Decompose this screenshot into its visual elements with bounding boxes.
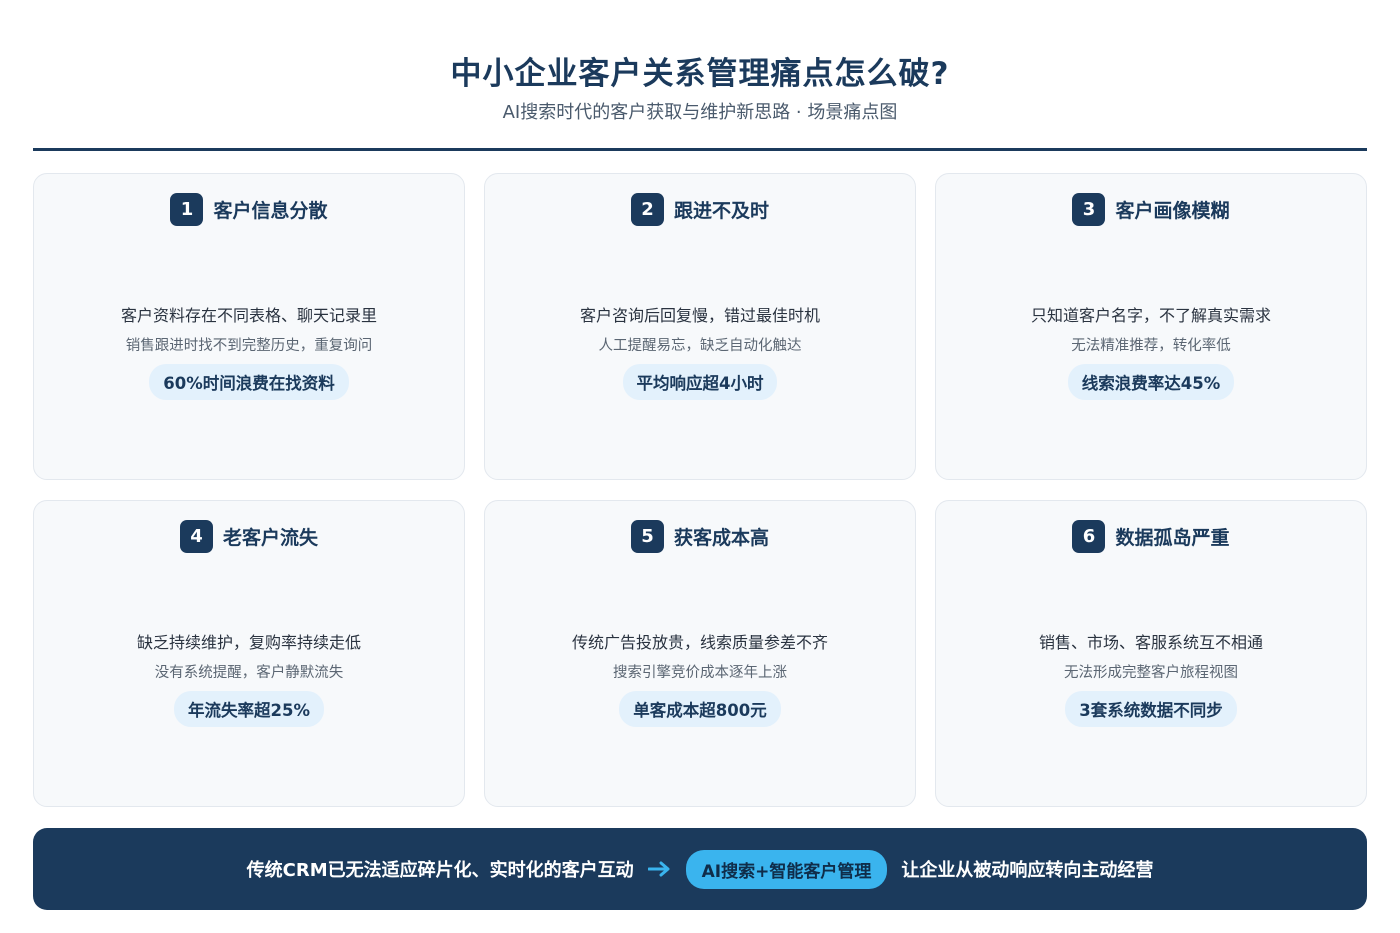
card-number-badge: 2 (630, 193, 664, 226)
card-header: 1 客户信息分散 (34, 193, 464, 226)
banner-problem-text: 传统CRM已无法适应碎片化、实时化的客户互动 (246, 860, 634, 881)
pain-card-1: 1 客户信息分散 客户资料存在不同表格、聊天记录里 销售跟进时找不到完整历史，重… (33, 173, 465, 480)
card-number-badge: 1 (170, 193, 204, 226)
card-description: 传统广告投放贵，线索质量参差不齐 (571, 633, 828, 652)
card-title: 客户画像模糊 (1115, 200, 1230, 222)
summary-banner: 传统CRM已无法适应碎片化、实时化的客户互动 AI搜索+智能客户管理 让企业从被… (33, 828, 1367, 910)
card-description: 缺乏持续维护，复购率持续走低 (136, 633, 361, 652)
card-description: 客户资料存在不同表格、聊天记录里 (120, 306, 377, 325)
card-header: 5 获客成本高 (485, 520, 915, 553)
card-stat-badge: 平均响应超4小时 (622, 364, 778, 400)
card-detail: 无法形成完整客户旅程视图 (1064, 665, 1238, 681)
pain-point-grid: 1 客户信息分散 客户资料存在不同表格、聊天记录里 销售跟进时找不到完整历史，重… (33, 173, 1367, 807)
card-title: 老客户流失 (222, 527, 318, 549)
pain-card-2: 2 跟进不及时 客户咨询后回复慢，错过最佳时机 人工提醒易忘，缺乏自动化触达 平… (484, 173, 916, 480)
card-detail: 销售跟进时找不到完整历史，重复询问 (125, 338, 373, 354)
card-title: 获客成本高 (673, 527, 769, 549)
card-detail: 无法精准推荐，转化率低 (1071, 338, 1231, 354)
card-stat-badge: 3套系统数据不同步 (1065, 691, 1237, 727)
card-header: 3 客户画像模糊 (936, 193, 1366, 226)
card-description: 销售、市场、客服系统互不相通 (1038, 633, 1263, 652)
banner-solution-badge: AI搜索+智能客户管理 (685, 849, 888, 889)
card-number-badge: 5 (630, 520, 664, 553)
card-detail: 搜索引擎竞价成本逐年上涨 (613, 665, 787, 681)
pain-card-4: 4 老客户流失 缺乏持续维护，复购率持续走低 没有系统提醒，客户静默流失 年流失… (33, 500, 465, 807)
card-detail: 人工提醒易忘，缺乏自动化触达 (598, 338, 802, 354)
card-stat-badge: 单客成本超800元 (619, 691, 781, 727)
card-title: 跟进不及时 (673, 200, 769, 222)
card-header: 2 跟进不及时 (485, 193, 915, 226)
page-subtitle: AI搜索时代的客户获取与维护新思路 · 场景痛点图 (502, 102, 898, 123)
card-stat-badge: 60%时间浪费在找资料 (149, 364, 349, 400)
card-number-badge: 6 (1072, 520, 1106, 553)
card-stat-badge: 线索浪费率达45% (1067, 364, 1235, 400)
card-header: 4 老客户流失 (34, 520, 464, 553)
card-number-badge: 4 (179, 520, 213, 553)
arrow-right-icon (647, 861, 670, 877)
card-detail: 没有系统提醒，客户静默流失 (154, 665, 344, 681)
title-divider (33, 148, 1367, 151)
pain-card-3: 3 客户画像模糊 只知道客户名字，不了解真实需求 无法精准推荐，转化率低 线索浪… (935, 173, 1367, 480)
pain-card-6: 6 数据孤岛严重 销售、市场、客服系统互不相通 无法形成完整客户旅程视图 3套系… (935, 500, 1367, 807)
card-description: 只知道客户名字，不了解真实需求 (1030, 306, 1271, 325)
card-header: 6 数据孤岛严重 (936, 520, 1366, 553)
page-title: 中小企业客户关系管理痛点怎么破? (450, 56, 950, 92)
banner-outcome-text: 让企业从被动响应转向主动经营 (901, 860, 1154, 881)
card-description: 客户咨询后回复慢，错过最佳时机 (579, 306, 820, 325)
card-title: 数据孤岛严重 (1115, 527, 1230, 549)
card-stat-badge: 年流失率超25% (174, 691, 324, 727)
pain-card-5: 5 获客成本高 传统广告投放贵，线索质量参差不齐 搜索引擎竞价成本逐年上涨 单客… (484, 500, 916, 807)
card-number-badge: 3 (1072, 193, 1106, 226)
card-title: 客户信息分散 (213, 200, 328, 222)
